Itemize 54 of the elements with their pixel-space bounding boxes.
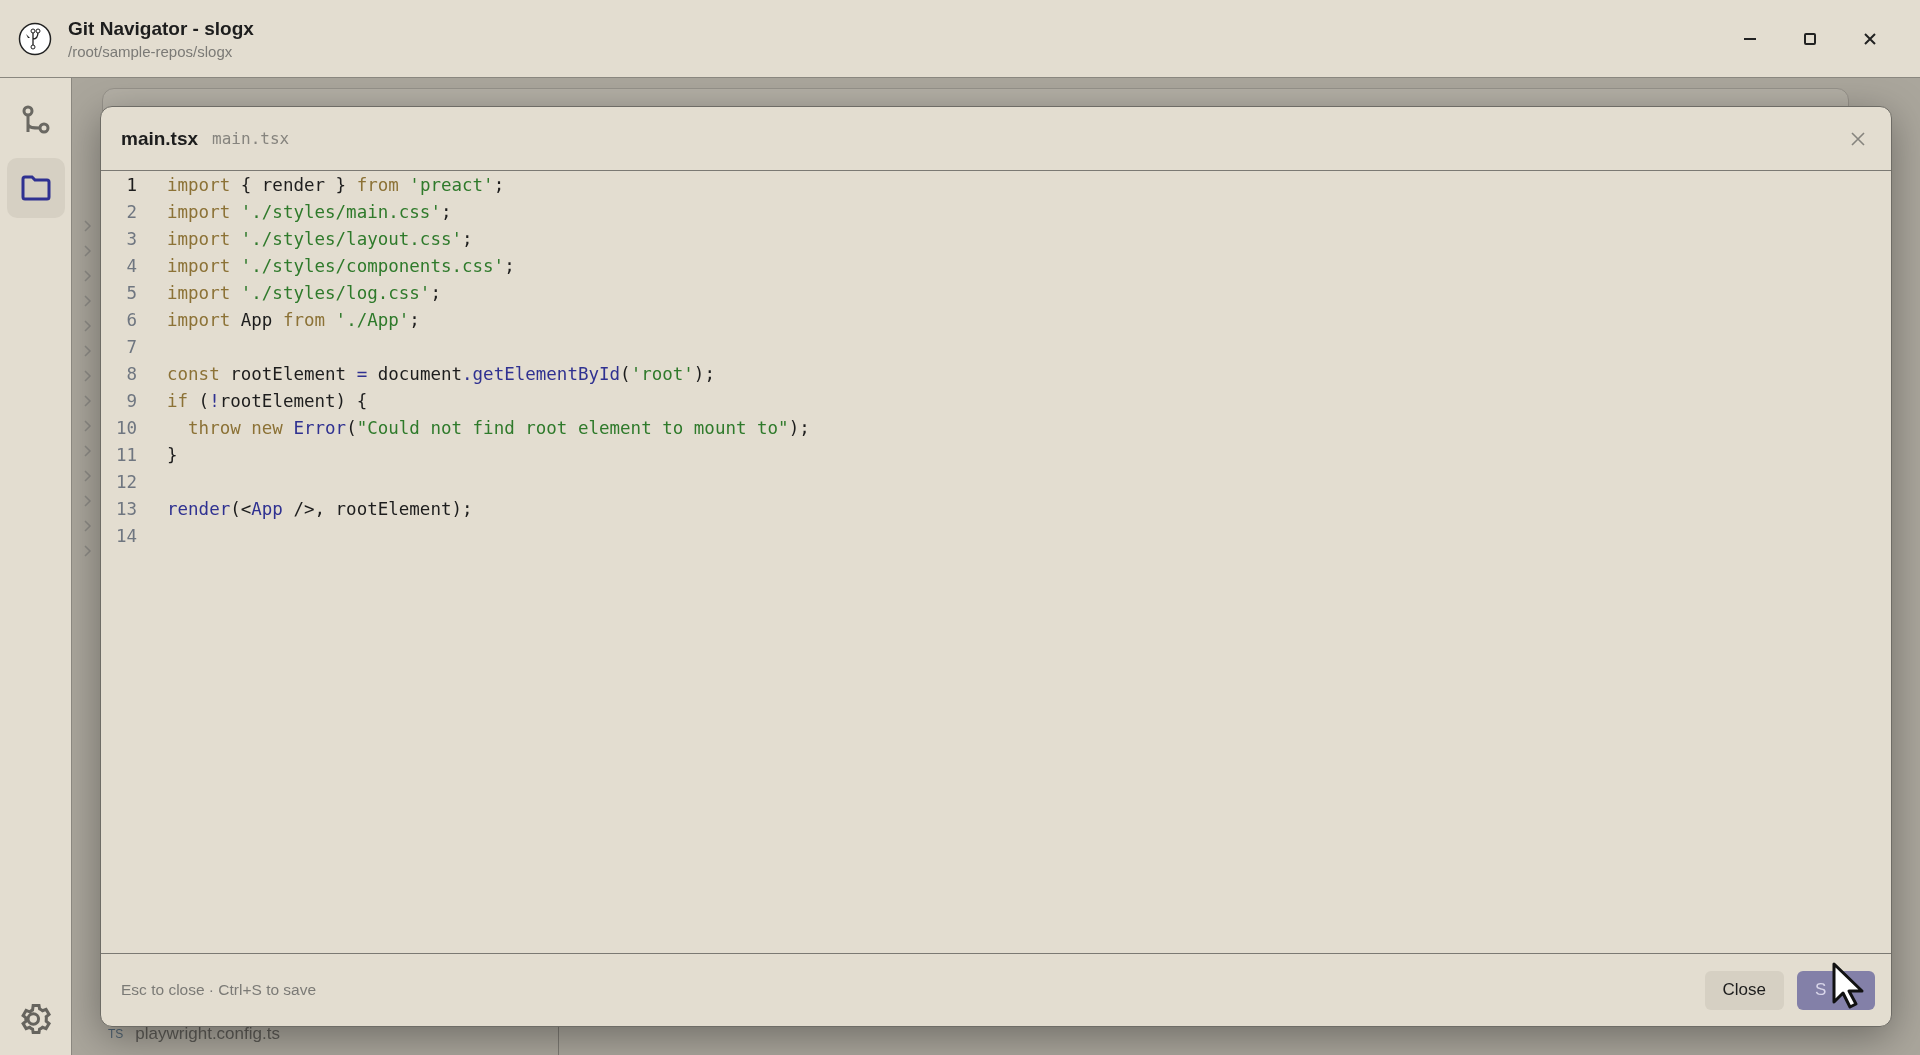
- line-number: 3: [125, 228, 137, 249]
- line-number: 2: [125, 201, 137, 222]
- chevron-right-icon[interactable]: [84, 370, 92, 382]
- chevron-right-icon[interactable]: [84, 445, 92, 457]
- code-line: const rootElement = document.getElementById('root');: [167, 363, 715, 384]
- chevron-right-icon[interactable]: [84, 495, 92, 507]
- chevron-right-icon[interactable]: [84, 420, 92, 432]
- line-number: 14: [114, 525, 137, 546]
- code-line: import { render } from 'preact';: [167, 174, 505, 195]
- line-number: 9: [125, 390, 137, 411]
- repo-path: /root/sample-repos/slogx: [68, 42, 234, 60]
- dialog-title: main.tsx: [121, 127, 199, 150]
- chevron-right-icon[interactable]: [84, 545, 92, 557]
- maximize-icon: [1803, 31, 1817, 46]
- line-number: 11: [114, 444, 137, 465]
- app-logo-icon: [18, 21, 52, 56]
- line-number: 5: [125, 282, 137, 303]
- line-number: 10: [114, 417, 137, 438]
- line-number: 8: [125, 363, 137, 384]
- chevron-right-icon[interactable]: [84, 220, 92, 232]
- code-line: throw new Error("Could not find root element to mount to");: [187, 417, 810, 438]
- chevron-right-icon[interactable]: [84, 245, 92, 257]
- line-number: 4: [125, 255, 137, 276]
- line-number: 7: [125, 336, 137, 357]
- code-line: import './styles/log.css';: [167, 282, 441, 303]
- code-line: }: [167, 444, 178, 465]
- shortcut-hint: Esc to close · Ctrl+S to save: [121, 981, 318, 999]
- code-line: render(<App />, rootElement);: [167, 498, 473, 519]
- file-path: main.tsx: [212, 129, 291, 148]
- code-line: import App from './App';: [167, 309, 420, 330]
- chevron-right-icon[interactable]: [84, 295, 92, 307]
- close-dialog-button[interactable]: Close: [1704, 970, 1784, 1010]
- folder-icon: [19, 174, 52, 202]
- line-number: 6: [125, 309, 137, 330]
- files-nav-button[interactable]: [6, 158, 65, 218]
- line-number: 13: [114, 498, 137, 519]
- window-title: Git Navigator - slogx: [68, 17, 255, 40]
- branch-icon: [20, 104, 51, 136]
- file-type-label: TS: [108, 1027, 124, 1041]
- code-line: import './styles/layout.css';: [167, 228, 473, 249]
- code-line: if (!rootElement) {: [167, 390, 368, 411]
- chevron-right-icon[interactable]: [84, 345, 92, 357]
- code-line: import './styles/main.css';: [167, 201, 452, 222]
- minimize-icon: [1743, 37, 1757, 40]
- file-name: playwright.config.ts: [135, 1024, 280, 1044]
- code-line: import './styles/components.css';: [167, 255, 515, 276]
- chevron-right-icon[interactable]: [84, 470, 92, 482]
- chevron-right-icon[interactable]: [84, 270, 92, 282]
- line-number: 1: [125, 174, 137, 195]
- close-icon: [1863, 31, 1877, 46]
- chevron-right-icon[interactable]: [84, 395, 92, 407]
- chevron-right-icon[interactable]: [84, 320, 92, 332]
- line-number: 12: [114, 471, 137, 492]
- chevron-right-icon[interactable]: [84, 520, 92, 532]
